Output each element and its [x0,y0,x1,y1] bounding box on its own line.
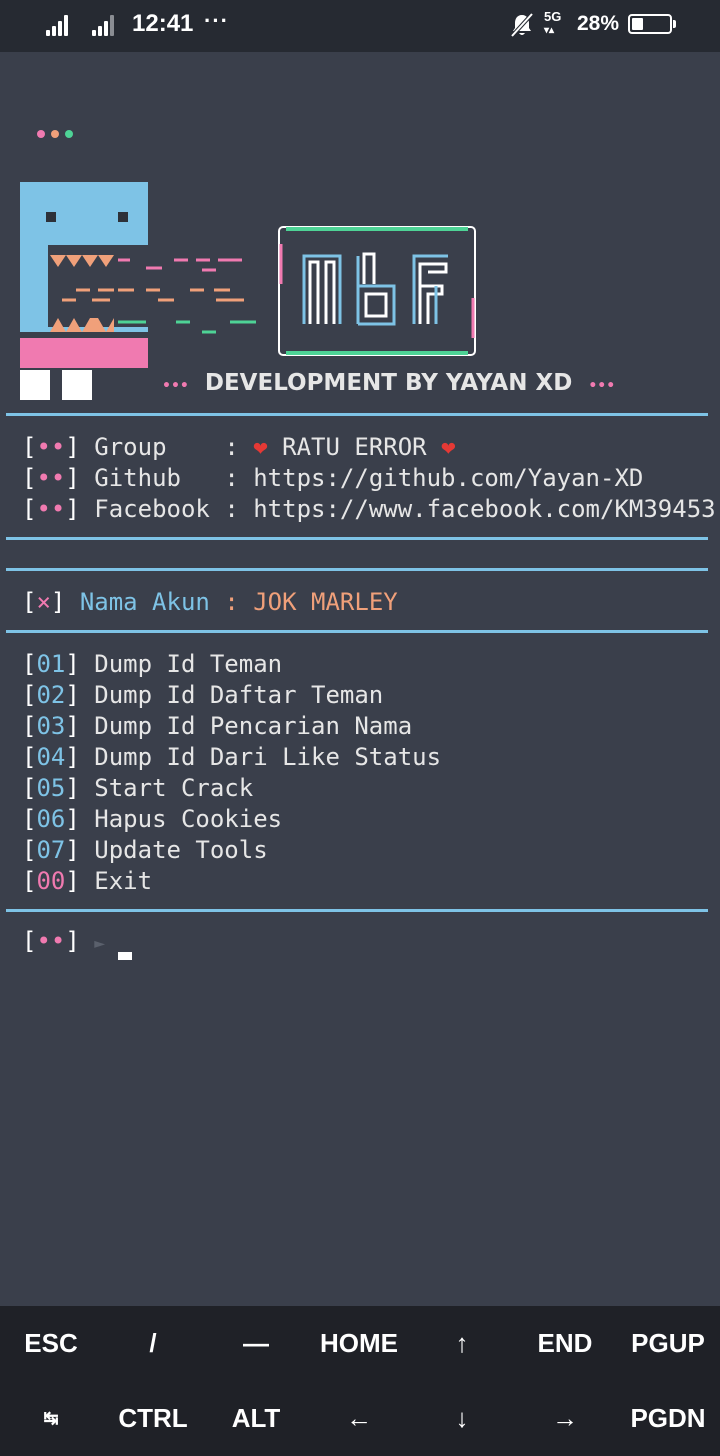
account-name: JOK MARLEY [253,588,398,616]
menu-item[interactable]: [04] Dump Id Dari Like Status [22,742,441,772]
up-arrow-key[interactable]: ↑ [411,1306,513,1381]
alt-key[interactable]: ALT [205,1381,307,1456]
dots-decoration: ••• [162,378,189,394]
divider [6,537,708,540]
account-line: [×] Nama Akun : JOK MARLEY [22,588,398,616]
menu-item[interactable]: [00] Exit [22,866,152,896]
status-bar: 12:41 ··· 5G ▾▴ 28% [0,0,720,52]
heart-icon: ❤ [253,433,268,461]
menu-item[interactable]: [01] Dump Id Teman [22,649,282,679]
bell-muted-icon [510,12,534,38]
extra-keys-bar: ESC / — HOME ↑ END PGUP ↹ CTRL ALT ← ↓ →… [0,1306,720,1456]
info-group-line: [••] Group : ❤ RATU ERROR ❤ [22,433,456,461]
facebook-link[interactable]: https://www.facebook.com/KM39453 [253,495,715,523]
menu-item[interactable]: [06] Hapus Cookies [22,804,282,834]
github-link[interactable]: https://github.com/Yayan-XD [253,464,643,492]
dots-decoration: ••• [588,378,616,394]
left-arrow-key[interactable]: ← [308,1381,410,1456]
battery-percent: 28% [577,12,620,35]
cross-icon: × [36,588,51,616]
menu-item[interactable]: [02] Dump Id Daftar Teman [22,680,383,710]
divider [6,630,708,633]
developer-text: DEVELOPMENT BY YAYAN XD [204,370,573,396]
slash-key[interactable]: / [102,1306,204,1381]
info-github-line: [••] Github : https://github.com/Yayan-X… [22,464,644,492]
home-key[interactable]: HOME [308,1306,410,1381]
signal-icon [92,14,120,36]
dash-key[interactable]: — [205,1306,307,1381]
pgdn-key[interactable]: PGDN [617,1381,719,1456]
menu-item[interactable]: [05] Start Crack [22,773,253,803]
esc-key[interactable]: ESC [0,1306,102,1381]
menu-item[interactable]: [07] Update Tools [22,835,268,865]
account-label: Nama Akun [79,588,210,616]
divider [6,413,708,416]
window-dots [37,130,73,138]
battery-tip [673,20,676,28]
end-key[interactable]: END [514,1306,616,1381]
info-facebook-line: [••] Facebook : https://www.facebook.com… [22,495,716,523]
heart-icon: ❤ [441,433,456,461]
tab-key[interactable]: ↹ [0,1381,102,1456]
developer-credit: ••• DEVELOPMENT BY YAYAN XD ••• [162,368,615,401]
down-arrow-key[interactable]: ↓ [411,1381,513,1456]
battery-icon [628,14,672,34]
pgup-key[interactable]: PGUP [617,1306,719,1381]
divider [6,568,708,571]
prompt-arrow-icon: ► [94,933,106,954]
divider [6,909,708,912]
more-notifications-indicator: ··· [204,8,229,33]
terminal-view[interactable]: ••• DEVELOPMENT BY YAYAN XD ••• [••] Gro… [0,52,720,1306]
signal-icon [46,14,74,36]
right-arrow-key[interactable]: → [514,1381,616,1456]
network-type: 5G ▾▴ [544,9,562,36]
menu-item[interactable]: [03] Dump Id Pencarian Nama [22,711,412,741]
mbf-logo [278,226,476,356]
clock: 12:41 [132,10,194,37]
ctrl-key[interactable]: CTRL [102,1381,204,1456]
text-cursor [118,952,132,960]
input-prompt[interactable]: [••] ► [22,926,105,959]
